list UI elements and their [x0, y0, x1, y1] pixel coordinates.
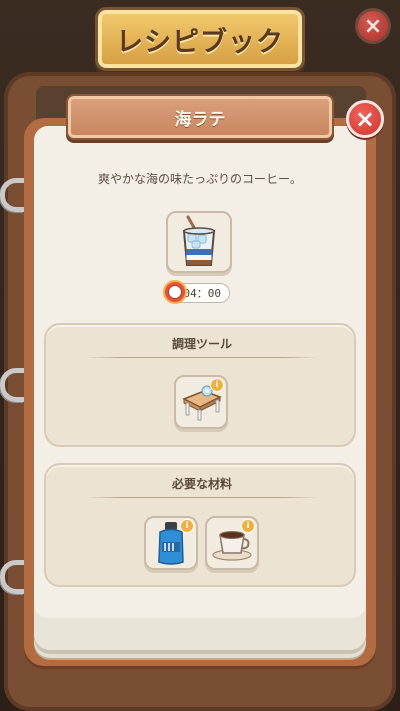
modal-title: 海ラテ — [174, 109, 226, 130]
info-badge-label: i — [185, 521, 189, 531]
info-icon[interactable]: i — [241, 519, 255, 533]
ingredients-section: 必要な材料 — [44, 463, 356, 587]
cooking-tools-title: 調理ツール — [171, 337, 232, 351]
binder-ring-icon — [0, 178, 24, 212]
recipe-description: 爽やかな海の味たっぷりのコーヒー。 — [98, 172, 302, 186]
recipe-book-header: レシピブック — [98, 10, 302, 68]
close-book-button[interactable]: × — [355, 8, 391, 44]
info-badge-label: i — [246, 521, 250, 531]
binder-ring-icon — [0, 560, 24, 594]
info-badge-label: i — [215, 380, 219, 390]
cook-time-value: 04：00 — [183, 287, 222, 300]
header-title: レシピブック — [116, 26, 284, 58]
alarm-clock-icon — [163, 280, 187, 304]
close-modal-button[interactable]: × — [346, 100, 384, 138]
close-icon: × — [354, 105, 376, 133]
section-divider — [86, 357, 318, 358]
modal-title-plaque: 海ラテ — [68, 96, 332, 138]
sea-latte-icon — [182, 215, 216, 266]
ingredients-title: 必要な材料 — [171, 477, 232, 491]
info-icon[interactable]: i — [180, 519, 194, 533]
drink-item-tile[interactable] — [166, 211, 232, 273]
binder-ring-icon — [0, 368, 24, 402]
close-icon: × — [363, 13, 383, 39]
info-icon[interactable]: i — [210, 378, 224, 392]
section-divider — [86, 497, 318, 498]
